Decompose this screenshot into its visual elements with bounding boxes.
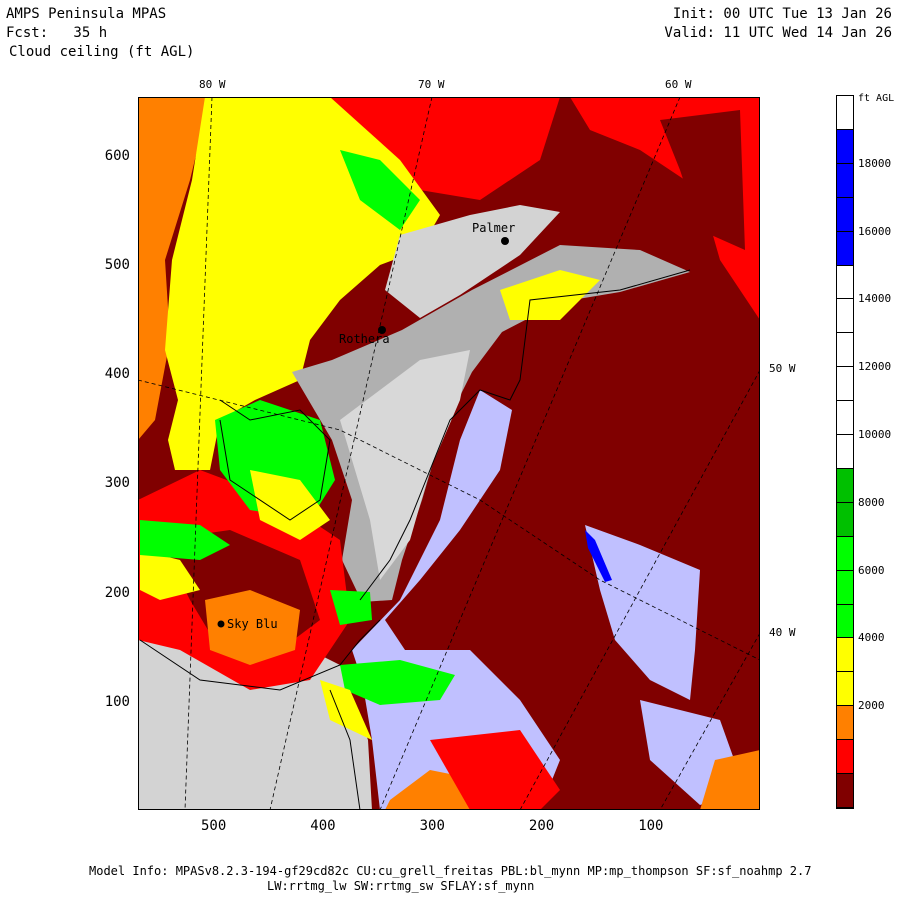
colorbar-segment	[837, 672, 853, 707]
forecast-plot: AMPS Peninsula MPAS Fcst: 35 h Cloud cei…	[0, 0, 900, 900]
model-title: AMPS Peninsula MPAS	[6, 6, 167, 22]
colorbar-segment	[837, 604, 853, 639]
colorbar-segment	[837, 265, 853, 300]
lon-label-60w: 60 W	[665, 78, 692, 91]
lon-label-40w: 40 W	[769, 626, 796, 639]
colorbar-segment	[837, 129, 853, 164]
colorbar-segment	[837, 96, 853, 130]
colorbar-segment	[837, 774, 853, 808]
y-tick-label: 500	[104, 256, 130, 273]
x-tick-label: 400	[310, 818, 336, 834]
x-tick-label: 100	[638, 818, 664, 834]
colorbar-segment	[837, 536, 853, 571]
colorbar-segment	[837, 570, 853, 605]
colorbar-segment	[837, 502, 853, 537]
colorbar-label: 12000	[858, 360, 892, 374]
x-tick-label: 200	[528, 818, 555, 834]
colorbar-label: 14000	[858, 292, 892, 306]
colorbar-label: 4000	[858, 631, 885, 645]
y-tick-label: 300	[104, 475, 130, 492]
valid-time: Valid: 11 UTC Wed 14 Jan 26	[664, 25, 892, 41]
colorbar-segment	[837, 468, 853, 503]
colorbar-segment	[837, 163, 853, 198]
colorbar-segment	[837, 706, 853, 741]
model-info-line1: Model Info: MPASv8.2.3-194-gf29cd82c CU:…	[89, 864, 812, 878]
x-tick-label: 300	[419, 818, 445, 834]
palmer-marker	[501, 237, 509, 245]
station-label-rothera: Rothera	[339, 332, 390, 346]
colorbar-units: ft AGL	[858, 93, 895, 104]
skyblu-marker	[217, 620, 225, 628]
colorbar-segment	[837, 333, 853, 368]
colorbar-label: 8000	[858, 495, 885, 509]
y-tick-label: 200	[104, 584, 130, 601]
lon-label-70w: 70 W	[418, 78, 445, 91]
colorbar-segment	[837, 401, 853, 436]
colorbar-segment	[837, 367, 853, 402]
x-tick-label: 500	[201, 818, 227, 834]
lon-label-50w: 50 W	[769, 362, 796, 375]
cloud-ceiling-map: Palmer Rothera Sky Blu	[138, 97, 760, 810]
colorbar-label: 2000	[858, 699, 885, 713]
colorbar-segment	[837, 638, 853, 673]
forecast-hour: Fcst: 35 h	[6, 25, 108, 41]
colorbar-label: 6000	[858, 563, 885, 577]
colorbar-segment	[837, 299, 853, 334]
colorbar-segment	[837, 231, 853, 266]
lon-label-80w: 80 W	[199, 78, 226, 91]
colorbar-label: 16000	[858, 224, 892, 238]
y-tick-label: 100	[104, 694, 130, 710]
colorbar-segment	[837, 740, 853, 775]
station-label-palmer: Palmer	[472, 221, 516, 235]
station-label-skyblu: Sky Blu	[227, 617, 278, 631]
y-tick-label: 400	[104, 366, 130, 383]
colorbar-label: 18000	[858, 156, 892, 170]
model-info-line2: LW:rrtmg_lw SW:rrtmg_sw SFLAY:sf_mynn	[267, 879, 535, 893]
colorbar-label: 10000	[858, 428, 892, 442]
field-title: Cloud ceiling (ft AGL)	[9, 44, 195, 60]
colorbar	[836, 95, 854, 809]
colorbar-segment	[837, 197, 853, 232]
colorbar-segment	[837, 435, 853, 469]
y-tick-label: 600	[104, 147, 130, 164]
init-time: Init: 00 UTC Tue 13 Jan 26	[672, 6, 892, 22]
